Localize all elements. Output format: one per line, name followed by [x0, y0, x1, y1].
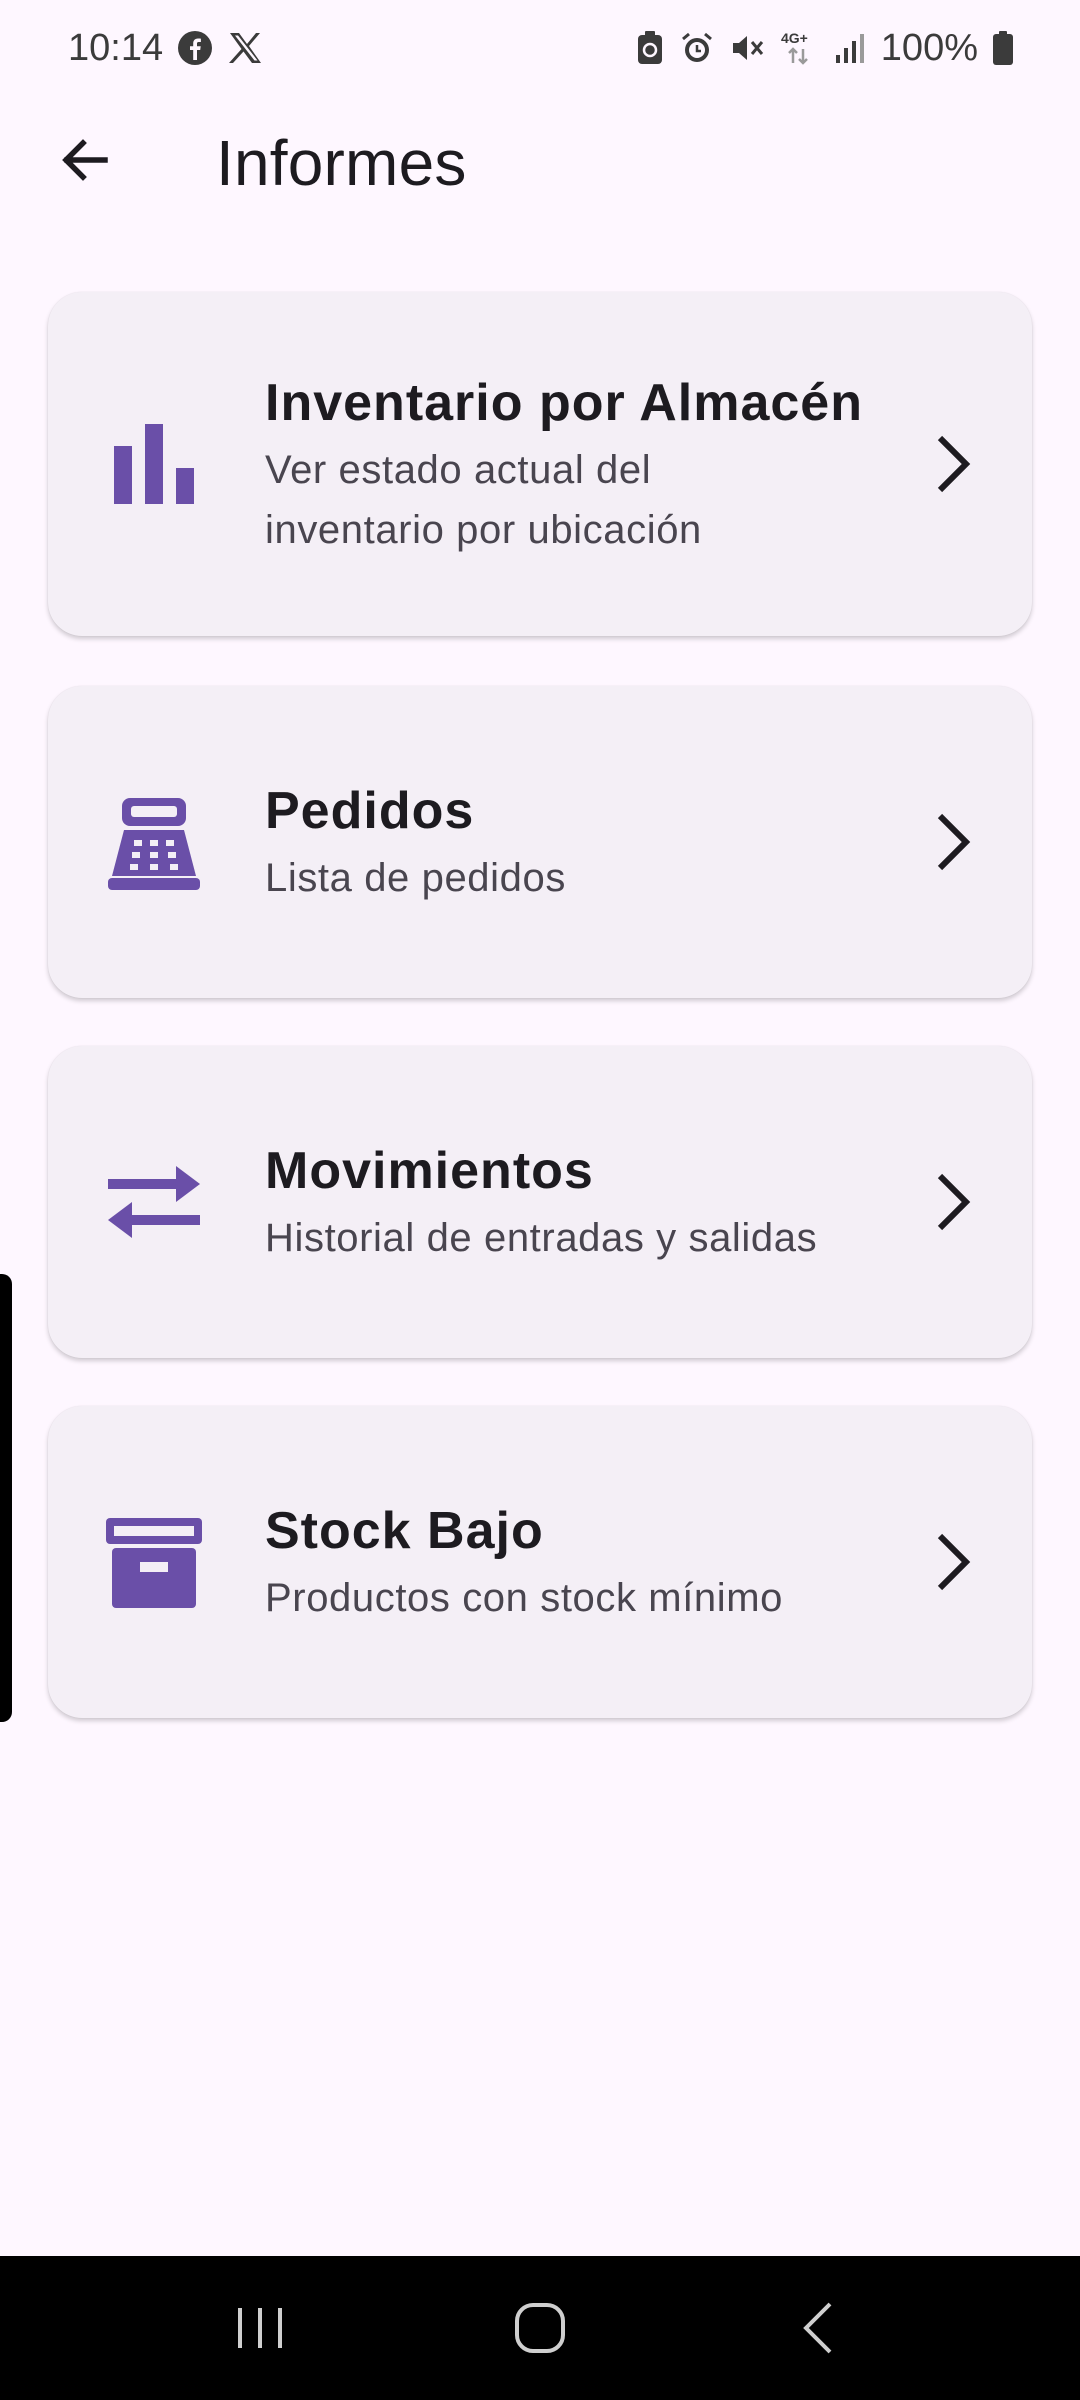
arrow-back-icon	[62, 139, 108, 181]
card-subtitle: Lista de pedidos	[265, 856, 566, 900]
card-subtitle-line: Ver estado actual del	[265, 448, 652, 492]
page-title: Informes	[216, 127, 467, 199]
card-subtitle: Productos con stock mínimo	[265, 1576, 784, 1620]
chevron-right-icon	[922, 802, 982, 882]
card-title: Inventario por Almacén	[265, 374, 863, 432]
system-nav-bar	[0, 2256, 1080, 2400]
svg-text:4G+: 4G+	[781, 30, 808, 46]
card-stock-bajo[interactable]: Stock Bajo Productos con stock mínimo	[48, 1406, 1032, 1718]
card-text: Movimientos Historial de entradas y sali…	[265, 1140, 882, 1268]
chevron-right-icon	[922, 1162, 982, 1242]
card-title: Pedidos	[265, 782, 475, 840]
back-button[interactable]	[40, 120, 130, 200]
card-movimientos[interactable]: Movimientos Historial de entradas y sali…	[48, 1046, 1032, 1358]
card-subtitle: Ver estado actual del inventario por ubi…	[265, 440, 882, 560]
facebook-icon	[177, 30, 213, 66]
card-subtitle-line: inventario por ubicación	[265, 508, 702, 552]
recent-apps-icon	[238, 2308, 282, 2348]
status-bar-right: 4G+ 100%	[635, 27, 1014, 70]
archive-box-icon	[104, 1512, 204, 1612]
chevron-right-icon	[922, 424, 982, 504]
battery-saver-icon	[635, 30, 665, 66]
signal-icon	[833, 31, 867, 65]
card-title: Stock Bajo	[265, 1502, 544, 1560]
screen: 10:14 4G+ 100% Informes Inventario por A…	[0, 0, 1080, 2400]
back-nav-button[interactable]	[760, 2278, 880, 2378]
alarm-icon	[679, 30, 715, 66]
home-button[interactable]	[480, 2278, 600, 2378]
status-time: 10:14	[68, 26, 164, 69]
card-text: Stock Bajo Productos con stock mínimo	[265, 1500, 882, 1628]
card-subtitle: Historial de entradas y salidas	[265, 1216, 818, 1260]
card-text: Pedidos Lista de pedidos	[265, 780, 882, 908]
back-nav-icon	[803, 2302, 832, 2354]
mute-icon	[729, 30, 765, 66]
network-type-icon: 4G+	[779, 29, 819, 67]
x-logo-icon	[227, 30, 263, 66]
edge-panel-handle[interactable]	[0, 1274, 12, 1722]
status-bar: 10:14 4G+ 100%	[0, 0, 1080, 96]
swap-arrows-icon	[104, 1152, 204, 1252]
chevron-right-icon	[922, 1522, 982, 1602]
bar-chart-icon	[104, 414, 204, 514]
cash-register-icon	[104, 792, 204, 892]
home-icon	[515, 2303, 565, 2353]
app-bar: Informes	[0, 100, 1080, 220]
battery-percent: 100%	[880, 26, 978, 69]
status-bar-left: 10:14	[68, 27, 263, 70]
card-inventario-por-almacen[interactable]: Inventario por Almacén Ver estado actual…	[48, 292, 1032, 636]
card-pedidos[interactable]: Pedidos Lista de pedidos	[48, 686, 1032, 998]
battery-icon	[992, 30, 1014, 66]
card-title: Movimientos	[265, 1142, 594, 1200]
recent-apps-button[interactable]	[200, 2278, 320, 2378]
card-text: Inventario por Almacén Ver estado actual…	[265, 372, 882, 560]
